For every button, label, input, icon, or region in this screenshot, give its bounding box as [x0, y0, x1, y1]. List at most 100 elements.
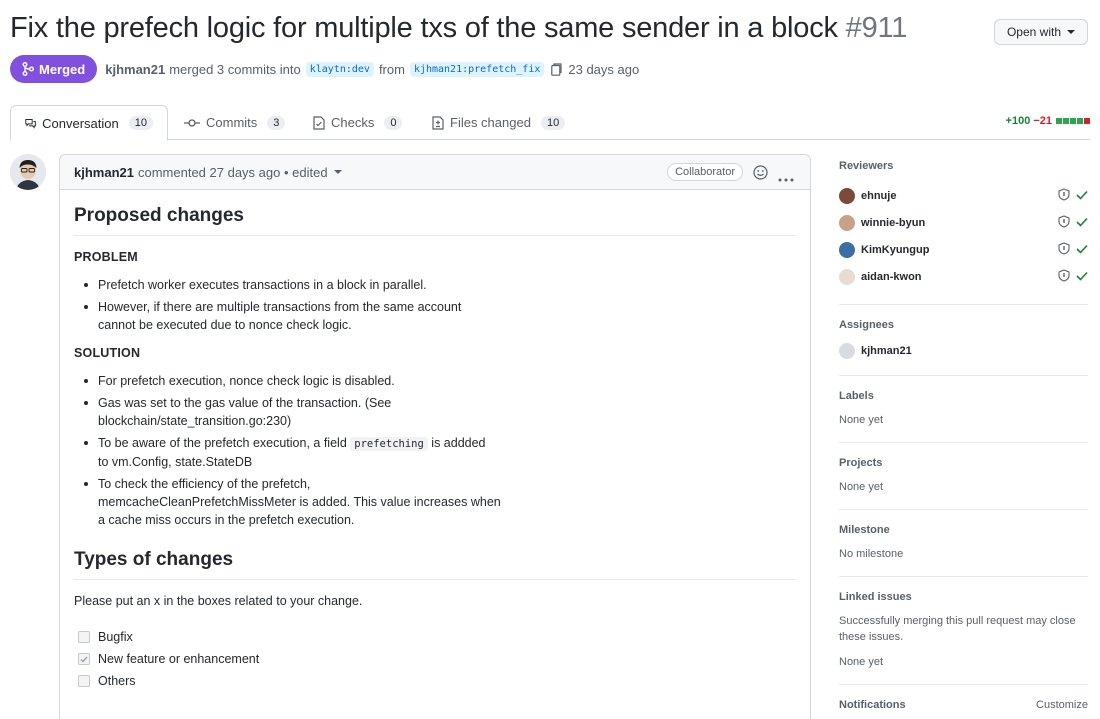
comment-body: Proposed changes PROBLEM Prefetch worker… [60, 205, 810, 692]
notifications-title: Notifications [839, 699, 906, 711]
assignee-name: kjhman21 [861, 345, 912, 357]
tab-counter: 10 [128, 116, 153, 130]
comment-meta[interactable]: commented 27 days ago • edited [138, 165, 328, 180]
shield-icon [1058, 242, 1070, 255]
tab-counter: 0 [384, 115, 403, 130]
list-item: Prefetch worker executes transactions in… [74, 276, 796, 294]
avatar [839, 268, 855, 285]
customize-link[interactable]: Customize [1036, 699, 1088, 711]
tab-checks[interactable]: Checks 0 [299, 105, 416, 140]
avatar[interactable] [10, 154, 46, 190]
sidebar: Reviewers ehnuje winnie-byun KimKyungup [839, 160, 1088, 711]
avatar [839, 343, 855, 359]
task-label: Others [98, 674, 136, 688]
labels-value: None yet [839, 414, 884, 426]
collaborator-badge: Collaborator [667, 163, 743, 181]
solution-label: SOLUTION [74, 346, 141, 360]
heading-proposed-changes: Proposed changes [74, 205, 796, 236]
avatar [839, 214, 855, 231]
checkbox[interactable] [78, 675, 90, 687]
assignee-item[interactable]: kjhman21 [839, 341, 1088, 361]
milestone-value: No milestone [839, 548, 904, 560]
tab-files-changed[interactable]: Files changed 10 [418, 105, 579, 140]
reviewers-title[interactable]: Reviewers [839, 160, 1088, 172]
reviewer-name: KimKyungup [861, 243, 930, 256]
projects-title[interactable]: Projects [839, 457, 1088, 469]
reviewer-name: winnie-byun [861, 216, 926, 229]
heading-types-of-changes: Types of changes [74, 549, 796, 580]
head-branch[interactable]: kjhman21:prefetch_fix [409, 61, 545, 77]
status-badge: Merged [10, 55, 98, 83]
reviewer-item[interactable]: aidan-kwon [839, 263, 1088, 290]
checkbox[interactable] [78, 631, 90, 643]
diffstat-bar [1055, 115, 1090, 127]
check-icon [80, 656, 88, 663]
linked-issues-section: Linked issues Successfully merging this … [839, 591, 1088, 685]
task-label: Bugfix [98, 630, 133, 644]
shield-icon [1058, 215, 1070, 228]
author-link[interactable]: kjhman21 [105, 62, 165, 77]
tab-label: Checks [331, 115, 375, 130]
from-text: from [378, 61, 405, 77]
linked-issues-description: Successfully merging this pull request m… [839, 615, 1076, 643]
shield-icon [1058, 269, 1070, 282]
projects-value: None yet [839, 481, 884, 493]
list-item: Gas was set to the gas value of the tran… [74, 394, 796, 430]
chevron-down-icon[interactable] [333, 170, 342, 174]
check-icon [1076, 244, 1088, 254]
reviewer-item[interactable]: winnie-byun [839, 209, 1088, 236]
linked-issues-value: None yet [839, 656, 884, 668]
list-item: To be aware of the prefetch execution, a… [74, 434, 796, 471]
milestone-section: Milestone No milestone [839, 524, 1088, 577]
linked-issues-title[interactable]: Linked issues [839, 591, 1088, 603]
checkbox-checked[interactable] [78, 653, 90, 665]
status-label: Merged [39, 61, 86, 77]
instructions-text: Please put an x in the boxes related to … [74, 594, 363, 608]
list-item-text: is addded [431, 436, 486, 450]
check-icon [1076, 217, 1088, 227]
shield-icon [1058, 188, 1070, 201]
copy-icon[interactable] [551, 62, 562, 76]
tab-label: Files changed [450, 115, 531, 130]
list-item-text: to vm.Config, state.StateDB [98, 455, 253, 469]
inline-code: prefetching [350, 437, 428, 451]
tab-counter: 10 [540, 115, 566, 130]
task-item-new-feature: New feature or enhancement [74, 648, 796, 670]
comment-author[interactable]: kjhman21 [74, 165, 134, 180]
smiley-icon[interactable] [753, 165, 768, 183]
list-item: To check the efficiency of the prefetch,… [74, 475, 796, 529]
open-with-label: Open with [1006, 25, 1061, 39]
projects-section: Projects None yet [839, 457, 1088, 510]
assignees-section: Assignees kjhman21 [839, 319, 1088, 376]
pr-meta: Merged kjhman21 merged 3 commits into kl… [10, 55, 639, 83]
open-with-button[interactable]: Open with [993, 19, 1088, 45]
reviewer-item[interactable]: KimKyungup [839, 236, 1088, 263]
milestone-title[interactable]: Milestone [839, 524, 1088, 536]
assignees-title[interactable]: Assignees [839, 319, 1088, 331]
base-branch[interactable]: klaytn:dev [305, 61, 374, 77]
labels-section: Labels None yet [839, 390, 1088, 443]
merge-time: 23 days ago [568, 61, 640, 77]
reviewer-name: ehnuje [861, 189, 897, 202]
reviewer-name: aidan-kwon [861, 270, 922, 283]
pr-title: Fix the prefech logic for multiple txs o… [10, 12, 907, 45]
task-item-others: Others [74, 670, 796, 692]
notifications-section: Notifications Customize [839, 699, 1088, 711]
comment-header: kjhman21 commented 27 days ago • edited … [60, 155, 810, 190]
tab-commits[interactable]: Commits 3 [170, 105, 299, 140]
checklist-icon [313, 115, 325, 130]
reviewers-section: Reviewers ehnuje winnie-byun KimKyungup [839, 160, 1088, 305]
comment-discussion-icon [25, 118, 36, 129]
tab-conversation[interactable]: Conversation 10 [10, 105, 168, 141]
avatar [839, 187, 855, 204]
file-diff-icon [432, 115, 444, 130]
avatar [839, 241, 855, 258]
labels-title[interactable]: Labels [839, 390, 1088, 402]
reviewer-item[interactable]: ehnuje [839, 182, 1088, 209]
kebab-horizontal-icon[interactable] [778, 170, 794, 185]
check-icon [1076, 190, 1088, 200]
solution-list: For prefetch execution, nonce check logi… [74, 372, 796, 529]
list-item-text: To be aware of the prefetch execution, a… [98, 436, 347, 450]
pr-number: #911 [845, 12, 908, 44]
pr-tabs: Conversation 10 Commits 3 Checks 0 Files… [10, 105, 1090, 141]
